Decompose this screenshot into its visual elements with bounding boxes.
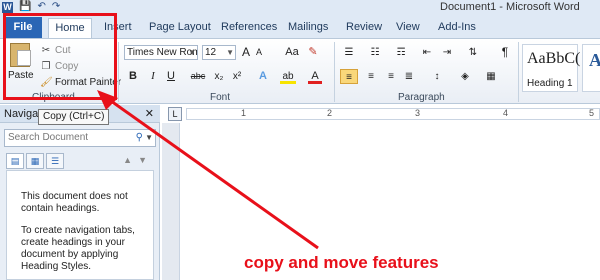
- tab-selector-icon[interactable]: L: [168, 107, 182, 121]
- copy-tooltip: Copy (Ctrl+C): [38, 109, 110, 125]
- superscript-button[interactable]: x²: [230, 69, 244, 84]
- highlight-box: [3, 13, 117, 100]
- chevron-down-icon: ▼: [188, 48, 196, 57]
- justify-icon[interactable]: ≣: [400, 69, 418, 84]
- tab-review[interactable]: Review: [340, 18, 388, 38]
- clear-formatting-button[interactable]: ✎: [306, 45, 320, 60]
- save-icon[interactable]: 💾: [19, 0, 31, 14]
- align-left-icon[interactable]: ≡: [340, 69, 358, 84]
- underline-button[interactable]: U: [164, 69, 178, 84]
- group-divider: [118, 42, 119, 102]
- ruler-number: 2: [327, 108, 333, 118]
- subscript-button[interactable]: x₂: [212, 69, 226, 84]
- shading-icon[interactable]: ◈: [456, 69, 474, 84]
- ruler-number: 5: [589, 108, 595, 118]
- navigation-tabs: ▤ ▦ ☰: [6, 153, 64, 169]
- style-sample: A: [589, 50, 600, 70]
- vertical-ruler: [162, 123, 180, 280]
- font-size-value: 12: [205, 47, 217, 58]
- browse-headings-icon[interactable]: ▤: [6, 153, 24, 169]
- decrease-indent-icon[interactable]: ⇤: [420, 45, 434, 60]
- font-color-button[interactable]: A: [308, 69, 322, 84]
- highlight-button[interactable]: ab: [280, 69, 296, 84]
- grow-font-button[interactable]: A: [240, 45, 252, 60]
- font-size-combo[interactable]: 12 ▼: [202, 45, 236, 60]
- tab-mailings[interactable]: Mailings: [282, 18, 334, 38]
- undo-icon[interactable]: ↶: [37, 0, 45, 14]
- font-group-label: Font: [210, 92, 231, 103]
- shrink-font-button[interactable]: A: [254, 45, 264, 60]
- align-right-icon[interactable]: ≡: [382, 69, 400, 84]
- quick-access-toolbar: W 💾 ↶ ↷: [2, 0, 60, 14]
- change-case-button[interactable]: Aa: [282, 45, 302, 60]
- browse-results-icon[interactable]: ☰: [46, 153, 64, 169]
- word-app-icon: W: [2, 1, 13, 13]
- align-center-icon[interactable]: ≡: [362, 69, 380, 84]
- navigation-results: This document does not contain headings.…: [6, 170, 154, 280]
- browse-pages-icon[interactable]: ▦: [26, 153, 44, 169]
- headings-hint-text: To create navigation tabs, create headin…: [21, 225, 135, 272]
- numbering-icon[interactable]: ☷: [366, 45, 384, 60]
- ruler-number: 3: [415, 108, 421, 118]
- tab-page-layout[interactable]: Page Layout: [143, 18, 217, 38]
- ruler-number: 1: [241, 108, 247, 118]
- tab-references[interactable]: References: [215, 18, 283, 38]
- ruler-number: 4: [503, 108, 509, 118]
- bold-button[interactable]: B: [126, 69, 140, 84]
- tab-view[interactable]: View: [390, 18, 426, 38]
- italic-button[interactable]: I: [146, 69, 160, 84]
- chevron-down-icon[interactable]: ▼: [145, 130, 153, 146]
- chevron-down-icon: ▼: [226, 48, 234, 57]
- no-headings-text: This document does not contain headings.: [21, 191, 128, 214]
- navigation-pane: Search Document ⚲ ▼ ▤ ▦ ☰ ▲▼ This docume…: [0, 123, 160, 280]
- borders-icon[interactable]: ▦: [482, 69, 500, 84]
- sort-icon[interactable]: ⇅: [466, 45, 480, 60]
- line-spacing-icon[interactable]: ↕: [428, 69, 446, 84]
- show-formatting-icon[interactable]: ¶: [498, 45, 512, 60]
- window-title: Document1 - Microsoft Word: [440, 1, 580, 13]
- search-placeholder: Search Document: [8, 132, 89, 143]
- tab-add-ins[interactable]: Add-Ins: [432, 18, 482, 38]
- paragraph-group-label: Paragraph: [398, 92, 445, 103]
- increase-indent-icon[interactable]: ⇥: [440, 45, 454, 60]
- style-sample: AaBbC(: [527, 50, 581, 67]
- navigation-pane-title: Navigat: [4, 108, 42, 120]
- previous-next-arrows-icon[interactable]: ▲▼: [123, 155, 153, 165]
- horizontal-ruler[interactable]: 1 2 3 4 5: [186, 108, 600, 120]
- redo-icon[interactable]: ↷: [52, 0, 60, 14]
- group-divider: [518, 42, 519, 102]
- style-heading-1[interactable]: AaBbC( Heading 1: [522, 44, 581, 92]
- annotation-caption: copy and move features: [244, 253, 439, 272]
- search-document-input[interactable]: Search Document ⚲ ▼: [4, 129, 156, 147]
- text-effects-button[interactable]: A: [256, 69, 270, 84]
- font-name-combo[interactable]: Times New Rom ▼: [124, 45, 198, 60]
- strikethrough-button[interactable]: abc: [188, 69, 208, 84]
- style-name: Heading 1: [527, 78, 573, 89]
- close-icon[interactable]: ✕: [145, 105, 154, 123]
- title-bar: W 💾 ↶ ↷ Document1 - Microsoft Word: [0, 0, 600, 14]
- style-next[interactable]: A: [582, 44, 600, 92]
- bullets-icon[interactable]: ☰: [340, 45, 358, 60]
- multilevel-list-icon[interactable]: ☶: [392, 45, 410, 60]
- group-divider: [334, 42, 335, 102]
- search-icon[interactable]: ⚲: [136, 130, 143, 146]
